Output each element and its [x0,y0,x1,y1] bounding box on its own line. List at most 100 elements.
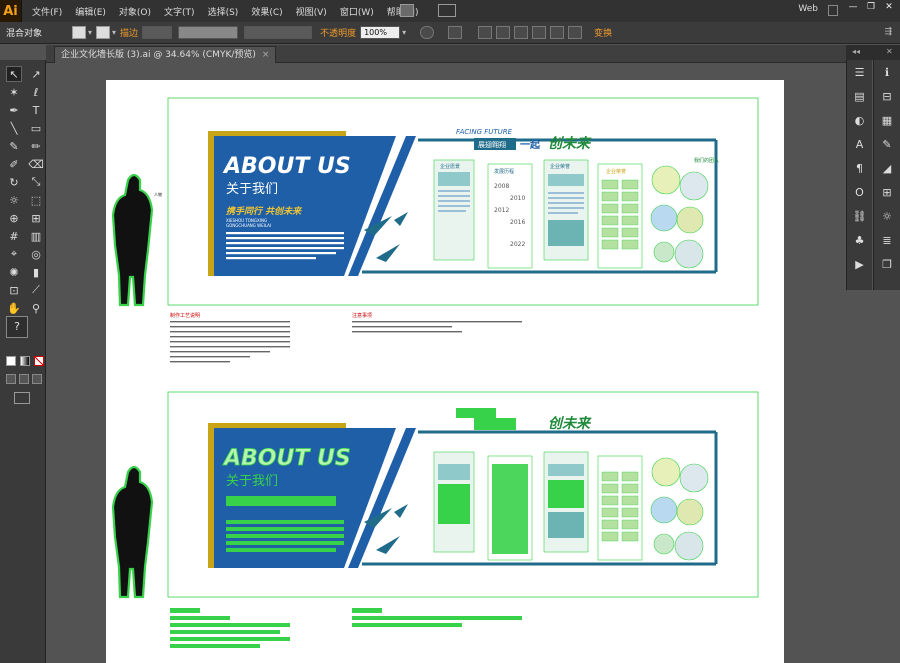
chevron-down-icon[interactable]: ▾ [88,28,92,37]
info-panel-4[interactable]: 企业荣誉 [597,163,643,269]
search-icon[interactable] [828,5,838,16]
fill-swatch[interactable] [72,26,87,39]
draw-normal-icon[interactable] [6,374,16,384]
panel-menu-icon[interactable]: ⇶ [884,27,892,37]
graphic-styles-icon[interactable]: ◢ [878,160,896,178]
collapse-icon[interactable]: ◂◂ [852,47,860,56]
variable-width-field[interactable] [178,26,239,39]
person-silhouette[interactable] [111,173,154,307]
graph-icon[interactable]: ▮ [28,264,44,280]
blend-icon[interactable]: ◎ [28,246,44,262]
scale-icon[interactable]: ⤡ [28,174,44,190]
slice-icon[interactable]: ⟋ [28,282,44,298]
free-transform-icon[interactable]: ⬚ [28,192,44,208]
lasso-icon[interactable]: ℓ [28,84,44,100]
paintbrush-icon[interactable]: ✎ [6,138,22,154]
warp-icon[interactable]: ☼ [6,192,22,208]
panel-menu-icon[interactable]: ✕ [886,47,893,56]
wall-design-top[interactable]: 人物 ABOUT US 关于我们 携手同行 共创未来 XIESHOU TONGX… [111,97,759,363]
menu-window[interactable]: 窗口(W) [340,5,374,18]
align-bottom-icon[interactable] [568,26,583,39]
character-icon[interactable]: A [851,136,869,154]
menu-view[interactable]: 视图(V) [296,5,327,18]
align-center-icon[interactable] [496,26,511,39]
align-middle-icon[interactable] [550,26,565,39]
color-icon[interactable]: ☰ [851,64,869,82]
magic-wand-icon[interactable]: ✶ [6,84,22,100]
canvas[interactable]: 人物 ABOUT US 关于我们 携手同行 共创未来 XIESHOU TONGX… [46,63,846,663]
draw-inside-icon[interactable] [32,374,42,384]
align-right-icon[interactable] [514,26,529,39]
workspace-switcher[interactable]: Web [798,4,818,14]
minimize-button[interactable]: — [846,2,860,14]
transparency-icon[interactable]: ◐ [851,112,869,130]
chevron-down-icon[interactable]: ▾ [112,28,116,37]
info-icon[interactable]: ℹ [878,64,896,82]
transform-link[interactable]: 变换 [594,26,612,39]
menu-type[interactable]: 文字(T) [164,5,195,18]
hand-icon[interactable]: ✋ [6,300,22,316]
none-button[interactable] [34,356,44,366]
gradient-panel-icon[interactable]: ▤ [851,88,869,106]
align-top-icon[interactable] [532,26,547,39]
stroke-label[interactable]: 描边 [120,26,138,39]
blob-brush-icon[interactable]: ✐ [6,156,22,172]
layers-icon[interactable]: ≣ [878,232,896,250]
person-silhouette[interactable] [111,465,154,599]
arrange-documents-icon[interactable] [438,4,456,17]
stroke-weight-field[interactable] [142,26,173,39]
menu-edit[interactable]: 编辑(E) [75,5,106,18]
team-circles[interactable]: 我们的团队 [650,157,719,269]
gradient-button[interactable] [20,356,30,366]
pen-icon[interactable]: ✒ [6,102,22,118]
close-icon[interactable]: × [262,50,270,60]
info-panel-3[interactable] [543,451,589,553]
brush-definition-field[interactable] [244,26,313,39]
info-panel-4[interactable] [597,455,643,561]
info-panel-2[interactable]: 发展历程 2008 2010 2012 2016 2022 [487,163,533,269]
symbol-sprayer-icon[interactable]: ✺ [6,264,22,280]
close-button[interactable]: ✕ [882,2,896,14]
opentype-icon[interactable]: O [851,184,869,202]
paragraph-icon[interactable]: ¶ [851,160,869,178]
color-button[interactable] [6,356,16,366]
info-panel-1[interactable] [433,451,475,553]
select-similar-icon[interactable] [448,26,463,39]
chevron-down-icon[interactable]: ▾ [402,28,406,37]
wall-design-bottom[interactable]: ABOUT US 关于我们 创未来 [111,391,759,648]
type-icon[interactable]: T [28,102,44,118]
appearance-icon[interactable]: ☼ [878,208,896,226]
help-tool-icon[interactable]: ? [6,316,28,338]
eyedropper-icon[interactable]: ⌖ [6,246,22,262]
selection-arrow-icon[interactable]: ↖ [6,66,22,82]
menu-select[interactable]: 选择(S) [208,5,239,18]
shape-builder-icon[interactable]: ⊕ [6,210,22,226]
draw-behind-icon[interactable] [19,374,29,384]
screen-mode-icon[interactable] [14,392,30,404]
rotate-icon[interactable]: ↻ [6,174,22,190]
transform-icon[interactable]: ⊞ [878,184,896,202]
mesh-icon[interactable]: # [6,228,22,244]
direct-selection-icon[interactable]: ↗ [28,66,44,82]
brushes-icon[interactable]: ✎ [878,136,896,154]
links-icon[interactable]: ⛓ [851,208,869,226]
restore-button[interactable]: ❐ [864,2,878,14]
align-icon[interactable]: ⊟ [878,88,896,106]
info-panel-1[interactable]: 企业愿景 [433,159,475,261]
artboard[interactable]: 人物 ABOUT US 关于我们 携手同行 共创未来 XIESHOU TONGX… [106,80,784,663]
gradient-icon[interactable]: ▥ [28,228,44,244]
symbols-icon[interactable]: ♣ [851,232,869,250]
document-tab[interactable]: 企业文化墙长版 (3).ai @ 34.64% (CMYK/预览) × [54,46,277,63]
menu-file[interactable]: 文件(F) [32,5,62,18]
menu-object[interactable]: 对象(O) [119,5,151,18]
bridge-icon[interactable] [400,4,414,17]
swatches-icon[interactable]: ▦ [878,112,896,130]
eraser-icon[interactable]: ⌫ [28,156,44,172]
stroke-swatch[interactable] [96,26,111,39]
team-circles[interactable] [650,457,709,561]
perspective-icon[interactable]: ⊞ [28,210,44,226]
info-panel-3[interactable]: 企业荣誉 [543,159,589,261]
menu-effect[interactable]: 效果(C) [251,5,282,18]
recolor-icon[interactable] [420,26,435,39]
artboards-icon[interactable]: ❐ [878,256,896,274]
